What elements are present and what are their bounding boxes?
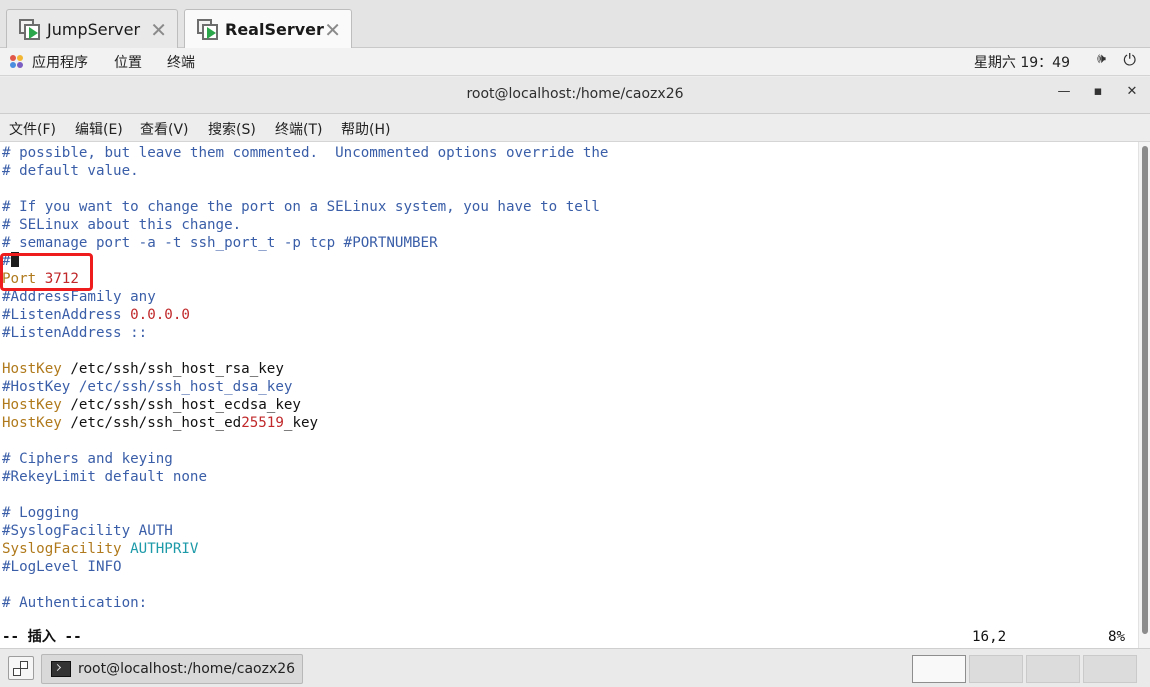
- system-top-bar: 应用程序 位置 终端 星期六 19：49 🕪 ⏻: [0, 48, 1150, 76]
- volume-icon[interactable]: 🕪: [1097, 51, 1106, 67]
- editor-line: # Logging: [2, 505, 79, 521]
- port-highlight-box: [0, 253, 93, 291]
- config-number: 0.0.0.0: [130, 307, 190, 323]
- editor-line: # SELinux about this change.: [2, 217, 242, 233]
- power-icon[interactable]: ⏻: [1123, 50, 1136, 70]
- editor-line: #RekeyLimit default none: [2, 469, 207, 485]
- editor-line: #ListenAddress ::: [2, 325, 148, 341]
- vm-running-icon: [197, 18, 219, 41]
- config-number: 25519: [241, 415, 284, 431]
- config-value: _key: [283, 415, 319, 431]
- workspace-4[interactable]: [1083, 655, 1137, 683]
- clock[interactable]: 星期六 19：49: [974, 52, 1070, 72]
- config-key: HostKey: [2, 415, 62, 431]
- vm-tab-realserver[interactable]: RealServer ✕: [184, 9, 352, 49]
- terminal-menu-bar: 文件(F) 编辑(E) 查看(V) 搜索(S) 终端(T) 帮助(H): [0, 114, 1150, 142]
- workspace-1[interactable]: [912, 655, 966, 683]
- menu-search[interactable]: 搜索(S): [208, 119, 256, 139]
- config-key: HostKey: [2, 361, 62, 377]
- close-icon[interactable]: ✕: [150, 18, 167, 42]
- editor-line: # If you want to change the port on a SE…: [2, 199, 600, 215]
- vm-running-icon: [19, 18, 41, 41]
- menu-terminal[interactable]: 终端(T): [275, 119, 322, 139]
- comment-text: #ListenAddress: [2, 307, 122, 323]
- applications-menu[interactable]: 应用程序: [32, 52, 88, 72]
- config-value: /etc/ssh/ssh_host_ed: [70, 415, 242, 431]
- vm-tab-label: RealServer: [225, 20, 324, 39]
- editor-line: HostKey /etc/ssh/ssh_host_rsa_key: [2, 360, 284, 378]
- config-value: /etc/ssh/ssh_host_ecdsa_key: [70, 397, 301, 413]
- editor-line: #ListenAddress 0.0.0.0: [2, 306, 190, 324]
- vm-tab-label: JumpServer: [47, 20, 141, 39]
- config-key: HostKey: [2, 397, 62, 413]
- minimize-button[interactable]: —: [1054, 84, 1074, 99]
- window-title: root@localhost:/home/caozx26: [466, 86, 684, 102]
- menu-help[interactable]: 帮助(H): [341, 119, 390, 139]
- places-menu[interactable]: 位置: [114, 52, 142, 72]
- menu-file[interactable]: 文件(F): [9, 119, 56, 139]
- vim-mode-indicator: -- 插入 --: [2, 629, 82, 645]
- terminal-menu[interactable]: 终端: [167, 52, 195, 72]
- editor-line: # Ciphers and keying: [2, 451, 173, 467]
- editor-line: # default value.: [2, 163, 139, 179]
- maximize-button[interactable]: ▪: [1088, 84, 1108, 99]
- editor-line: #SyslogFacility AUTH: [2, 523, 173, 539]
- editor-line: SyslogFacility AUTHPRIV: [2, 540, 198, 558]
- bottom-taskbar: root@localhost:/home/caozx26: [0, 648, 1150, 687]
- config-value: AUTHPRIV: [130, 541, 199, 557]
- terminal-scrollbar[interactable]: [1138, 142, 1150, 648]
- editor-line: HostKey /etc/ssh/ssh_host_ecdsa_key: [2, 396, 301, 414]
- workspace-2[interactable]: [969, 655, 1023, 683]
- editor-line: #HostKey /etc/ssh/ssh_host_dsa_key: [2, 379, 293, 395]
- config-value: /etc/ssh/ssh_host_rsa_key: [70, 361, 284, 377]
- workspace-3[interactable]: [1026, 655, 1080, 683]
- editor-line: # Authentication:: [2, 595, 148, 611]
- cursor-position: 16,2: [972, 629, 1007, 645]
- scroll-percent: 8%: [1108, 629, 1126, 645]
- close-window-button[interactable]: ✕: [1122, 84, 1142, 99]
- scrollbar-thumb[interactable]: [1142, 146, 1148, 634]
- terminal-editor[interactable]: # possible, but leave them commented. Un…: [0, 142, 1138, 648]
- editor-line: #LogLevel INFO: [2, 559, 122, 575]
- config-key: SyslogFacility: [2, 541, 122, 557]
- editor-line: # possible, but leave them commented. Un…: [2, 145, 609, 161]
- terminal-icon: [51, 661, 71, 677]
- editor-line: HostKey /etc/ssh/ssh_host_ed25519_key: [2, 414, 318, 432]
- taskbar-item-label: root@localhost:/home/caozx26: [78, 661, 296, 677]
- applications-icon: [10, 55, 24, 69]
- menu-edit[interactable]: 编辑(E): [75, 119, 123, 139]
- show-desktop-button[interactable]: [8, 656, 34, 680]
- vm-tab-jumpserver[interactable]: JumpServer ✕: [6, 9, 178, 49]
- terminal-title-bar: root@localhost:/home/caozx26 — ▪ ✕: [0, 77, 1150, 114]
- close-icon[interactable]: ✕: [324, 18, 341, 42]
- editor-line: # semanage port -a -t ssh_port_t -p tcp …: [2, 235, 438, 251]
- taskbar-terminal-item[interactable]: root@localhost:/home/caozx26: [41, 654, 303, 684]
- menu-view[interactable]: 查看(V): [140, 119, 189, 139]
- vm-tab-bar: JumpServer ✕ RealServer ✕: [0, 0, 1150, 49]
